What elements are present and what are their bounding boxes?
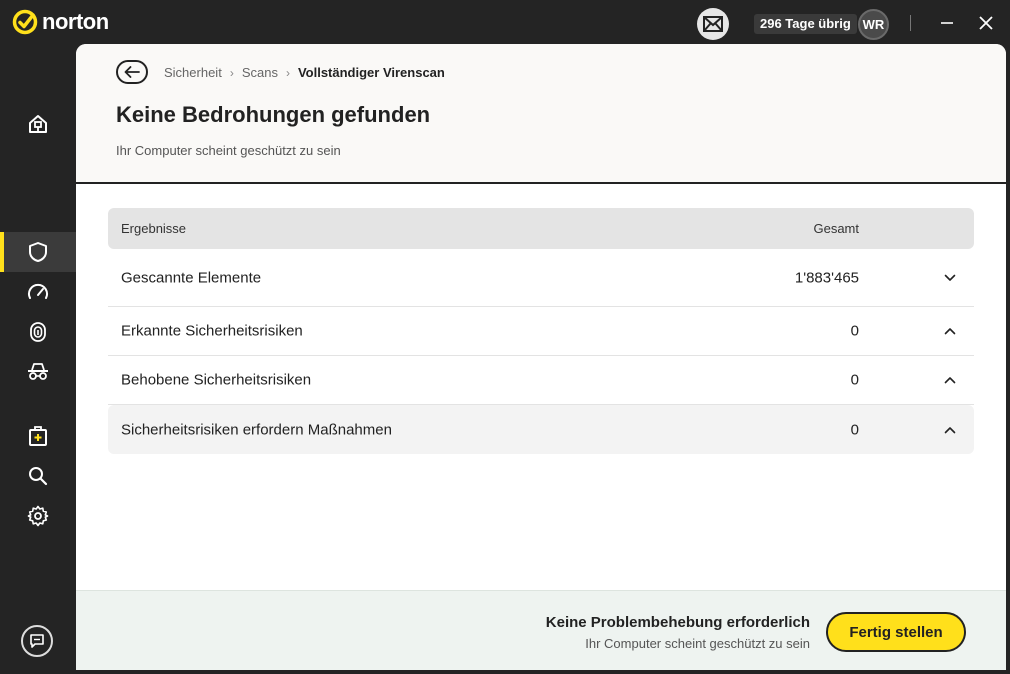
chat-button[interactable] <box>21 625 53 657</box>
chat-icon <box>30 634 44 648</box>
row-value: 1'883'465 <box>794 269 859 286</box>
sidebar-item-privacy[interactable] <box>0 352 76 392</box>
home-icon <box>29 115 47 133</box>
sidebar-item-home[interactable] <box>0 104 76 144</box>
gear-icon <box>27 505 49 527</box>
minimize-button[interactable] <box>936 12 958 34</box>
row-value: 0 <box>850 371 859 389</box>
page-subtitle: Ihr Computer scheint geschützt zu sein <box>116 143 341 158</box>
search-icon <box>29 467 48 486</box>
row-label: Behobene Sicherheitsrisiken <box>121 371 312 389</box>
title-bar: norton 296 Tage übrig WR <box>0 0 1010 44</box>
chevron-up-icon[interactable] <box>942 422 958 438</box>
table-header: Ergebnisse Gesamt <box>108 208 974 249</box>
norton-check-icon <box>12 9 38 35</box>
breadcrumb: Sicherheit › Scans › Vollständiger Viren… <box>164 65 445 80</box>
minimize-icon <box>941 22 953 24</box>
envelope-icon <box>703 16 723 32</box>
shield-icon <box>29 242 47 262</box>
footer-status-subtitle: Ihr Computer scheint geschützt zu sein <box>585 636 810 651</box>
table-row[interactable]: Behobene Sicherheitsrisiken 0 <box>108 356 974 405</box>
sidebar-item-security[interactable] <box>0 232 76 272</box>
chevron-right-icon: › <box>285 65 290 80</box>
row-value: 0 <box>850 322 859 340</box>
footer-bar: Keine Problembehebung erforderlich Ihr C… <box>76 590 1006 670</box>
norton-logo: norton <box>12 9 109 35</box>
row-label: Gescannte Elemente <box>121 269 262 286</box>
subscription-days-badge: 296 Tage übrig <box>754 14 857 34</box>
breadcrumb-item-security[interactable]: Sicherheit <box>164 65 222 80</box>
messages-button[interactable] <box>697 8 729 40</box>
sidebar <box>0 44 76 674</box>
row-label: Sicherheitsrisiken erfordern Maßnahmen <box>121 421 392 438</box>
fingerprint-icon <box>30 322 46 342</box>
sidebar-item-search[interactable] <box>0 456 76 496</box>
results-table: Ergebnisse Gesamt Gescannte Elemente 1'8… <box>108 208 974 454</box>
main-panel: Sicherheit › Scans › Vollständiger Viren… <box>76 44 1006 670</box>
chevron-up-icon[interactable] <box>942 323 958 339</box>
close-button[interactable] <box>975 12 997 34</box>
table-row[interactable]: Erkannte Sicherheitsrisiken 0 <box>108 307 974 356</box>
row-label: Erkannte Sicherheitsrisiken <box>121 322 303 340</box>
page-header: Sicherheit › Scans › Vollständiger Viren… <box>76 44 1006 184</box>
close-icon <box>979 16 993 30</box>
chevron-up-icon[interactable] <box>942 372 958 388</box>
sidebar-item-settings[interactable] <box>0 496 76 536</box>
table-row[interactable]: Sicherheitsrisiken erfordern Maßnahmen 0 <box>108 405 974 454</box>
medical-kit-icon <box>29 426 47 446</box>
back-button[interactable] <box>116 60 148 84</box>
page-title: Keine Bedrohungen gefunden <box>116 102 431 127</box>
sidebar-item-identity[interactable] <box>0 312 76 352</box>
row-value: 0 <box>850 421 859 438</box>
breadcrumb-item-scans[interactable]: Scans <box>242 65 278 80</box>
column-header-total: Gesamt <box>813 221 859 236</box>
finish-button[interactable]: Fertig stellen <box>826 612 966 652</box>
arrow-left-icon <box>124 66 140 78</box>
sidebar-item-performance[interactable] <box>0 272 76 312</box>
column-header-results: Ergebnisse <box>121 221 187 236</box>
footer-status-title: Keine Problembehebung erforderlich <box>545 614 810 631</box>
speedometer-icon <box>28 283 48 299</box>
user-avatar[interactable]: WR <box>858 9 889 40</box>
brand-name: norton <box>42 9 109 34</box>
chevron-down-icon[interactable] <box>942 270 958 286</box>
breadcrumb-item-current: Vollständiger Virenscan <box>297 65 445 80</box>
chevron-right-icon: › <box>229 65 234 80</box>
sidebar-item-utilities[interactable] <box>0 416 76 456</box>
table-row[interactable]: Gescannte Elemente 1'883'465 <box>108 249 974 307</box>
incognito-icon <box>28 363 48 380</box>
titlebar-divider <box>910 15 911 31</box>
